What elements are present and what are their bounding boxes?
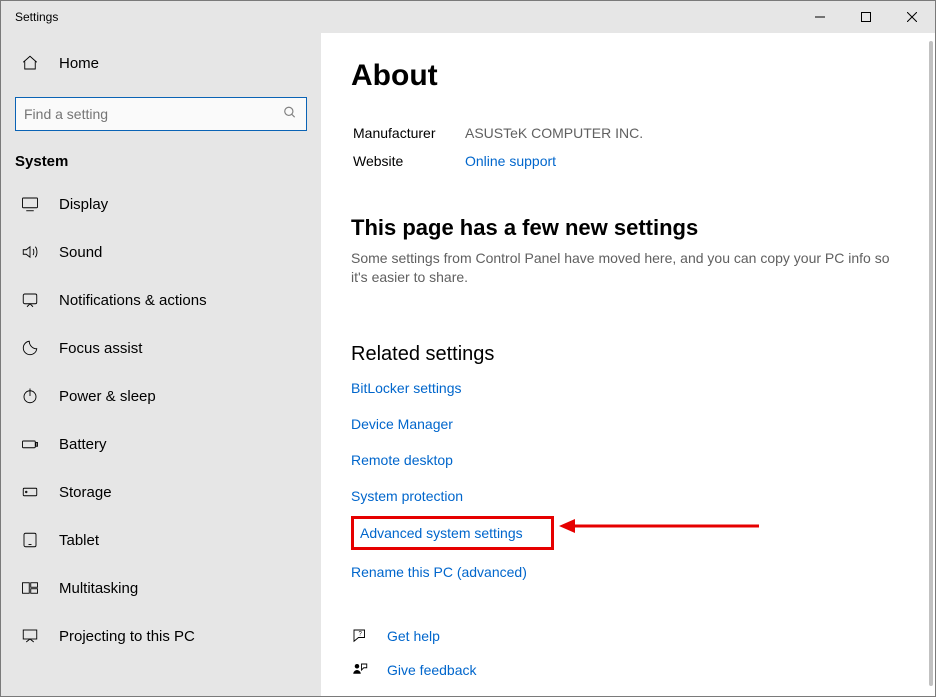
link-give-feedback[interactable]: Give feedback <box>387 662 477 678</box>
link-get-help[interactable]: Get help <box>387 628 440 644</box>
nav-item-label: Battery <box>59 436 107 453</box>
nav-power-sleep[interactable]: Power & sleep <box>1 372 321 420</box>
scrollbar[interactable] <box>929 41 933 686</box>
sidebar: Home System Display Sound Notifications … <box>1 33 321 696</box>
maximize-button[interactable] <box>843 1 889 33</box>
power-icon <box>21 387 39 405</box>
battery-icon <box>21 435 39 453</box>
titlebar: Settings <box>1 1 935 33</box>
close-button[interactable] <box>889 1 935 33</box>
manufacturer-value: ASUSTeK COMPUTER INC. <box>465 123 663 149</box>
new-settings-body: Some settings from Control Panel have mo… <box>351 249 905 287</box>
link-advanced-system-settings[interactable]: Advanced system settings <box>360 525 523 541</box>
home-icon <box>21 54 39 72</box>
nav-projecting[interactable]: Projecting to this PC <box>1 612 321 660</box>
nav-home-label: Home <box>59 55 99 72</box>
tablet-icon <box>21 531 39 549</box>
nav-item-label: Storage <box>59 484 112 501</box>
link-device-manager[interactable]: Device Manager <box>351 416 453 432</box>
content: About Manufacturer ASUSTeK COMPUTER INC.… <box>321 33 935 696</box>
annotation-highlight: Advanced system settings <box>351 516 554 550</box>
nav-item-label: Sound <box>59 244 102 261</box>
link-bitlocker[interactable]: BitLocker settings <box>351 380 462 396</box>
nav-item-label: Notifications & actions <box>59 292 207 309</box>
display-icon <box>21 195 39 213</box>
device-info: Manufacturer ASUSTeK COMPUTER INC. Websi… <box>351 121 665 179</box>
nav-multitasking[interactable]: Multitasking <box>1 564 321 612</box>
link-remote-desktop[interactable]: Remote desktop <box>351 452 453 468</box>
page-title: About <box>351 59 905 93</box>
search-wrap <box>15 97 307 131</box>
multitasking-icon <box>21 579 39 597</box>
search-input[interactable] <box>15 97 307 131</box>
help-icon: ? <box>351 627 369 645</box>
nav-item-label: Multitasking <box>59 580 138 597</box>
projecting-icon <box>21 627 39 645</box>
link-system-protection[interactable]: System protection <box>351 488 463 504</box>
nav-storage[interactable]: Storage <box>1 468 321 516</box>
nav-item-label: Tablet <box>59 532 99 549</box>
window-title: Settings <box>15 10 58 24</box>
nav-notifications[interactable]: Notifications & actions <box>1 276 321 324</box>
nav-sound[interactable]: Sound <box>1 228 321 276</box>
storage-icon <box>21 483 39 501</box>
minimize-button[interactable] <box>797 1 843 33</box>
annotation-arrow <box>559 516 769 536</box>
sound-icon <box>21 243 39 261</box>
related-settings-heading: Related settings <box>351 343 905 366</box>
nav-tablet[interactable]: Tablet <box>1 516 321 564</box>
website-label: Website <box>353 151 463 177</box>
feedback-icon <box>351 661 369 679</box>
search-icon <box>283 106 297 123</box>
nav-display[interactable]: Display <box>1 180 321 228</box>
nav-focus-assist[interactable]: Focus assist <box>1 324 321 372</box>
website-link[interactable]: Online support <box>465 153 556 169</box>
nav-item-label: Focus assist <box>59 340 142 357</box>
link-rename-pc[interactable]: Rename this PC (advanced) <box>351 564 527 580</box>
svg-text:?: ? <box>359 631 363 637</box>
notifications-icon <box>21 291 39 309</box>
sidebar-group-system: System <box>1 131 321 180</box>
nav-item-label: Projecting to this PC <box>59 628 195 645</box>
new-settings-title: This page has a few new settings <box>351 215 905 241</box>
nav-item-label: Display <box>59 196 108 213</box>
manufacturer-label: Manufacturer <box>353 123 463 149</box>
nav-item-label: Power & sleep <box>59 388 156 405</box>
nav-battery[interactable]: Battery <box>1 420 321 468</box>
window-controls <box>797 1 935 33</box>
nav-home[interactable]: Home <box>1 43 321 83</box>
focus-assist-icon <box>21 339 39 357</box>
